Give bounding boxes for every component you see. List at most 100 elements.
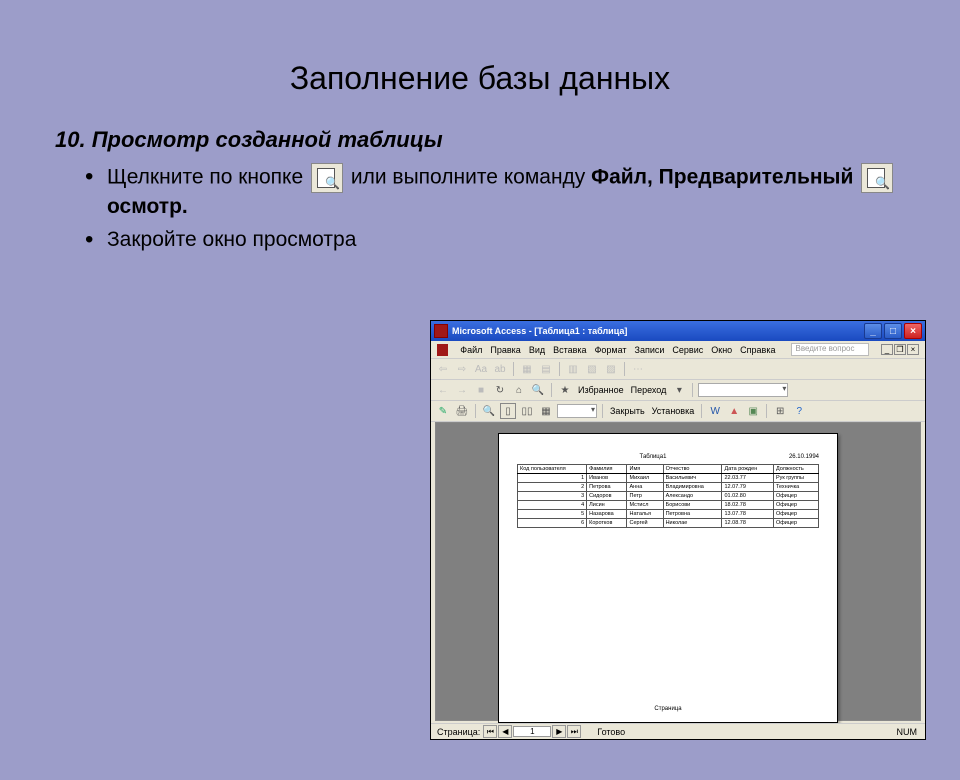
table-row: 2ПетроваАннаВладимировна12.07.79Техничка — [518, 483, 819, 492]
pager-first-button[interactable]: ⏮ — [483, 725, 497, 738]
setup-button[interactable]: Установка — [650, 406, 697, 416]
refresh-icon[interactable]: ↻ — [492, 382, 508, 398]
table-cell: Александо — [663, 492, 722, 501]
table-row: 3СидоровПетрАлександо01.02.80Офицер — [518, 492, 819, 501]
close-button[interactable]: × — [904, 323, 922, 339]
two-page-icon[interactable]: ▯▯ — [519, 403, 535, 419]
forward-icon[interactable]: ⇨ — [454, 361, 470, 377]
table-header: Должность — [773, 465, 818, 474]
menu-file[interactable]: Файл — [460, 345, 482, 355]
table-header: Отчество — [663, 465, 722, 474]
table-cell: Офицер — [773, 519, 818, 528]
section-subtitle: 10. Просмотр созданной таблицы — [55, 127, 905, 153]
table-cell: 13.07.78 — [722, 510, 773, 519]
child-minimize-button[interactable]: _ — [881, 344, 893, 355]
access-window: Microsoft Access - [Таблица1 : таблица] … — [430, 320, 926, 740]
table-cell: Иванов — [587, 474, 627, 483]
close-preview-button[interactable]: Закрыть — [608, 406, 647, 416]
menu-edit[interactable]: Правка — [490, 345, 520, 355]
stop-icon[interactable]: ■ — [473, 382, 489, 398]
chart-icon[interactable]: ▲ — [726, 403, 742, 419]
word-icon[interactable]: W — [707, 403, 723, 419]
table-cell: Николае — [663, 519, 722, 528]
menu-view[interactable]: Вид — [529, 345, 545, 355]
table-cell: 12.08.78 — [722, 519, 773, 528]
font-a-icon[interactable]: Aa — [473, 361, 489, 377]
pager-last-button[interactable]: ⏭ — [567, 725, 581, 738]
print-icon[interactable]: 🖨 — [454, 403, 470, 419]
home-icon[interactable]: ⌂ — [511, 382, 527, 398]
help-search-input[interactable]: Введите вопрос — [791, 343, 869, 356]
nav-back-icon[interactable]: ← — [435, 382, 451, 398]
zoom-icon[interactable]: 🔍 — [481, 403, 497, 419]
child-close-button[interactable]: × — [907, 344, 919, 355]
grid5-icon[interactable]: ▨ — [603, 361, 619, 377]
pager-next-button[interactable]: ▶ — [552, 725, 566, 738]
help-icon[interactable]: ? — [791, 403, 807, 419]
access-app-icon — [434, 324, 448, 338]
goto-arrow-icon[interactable]: ▾ — [671, 382, 687, 398]
bullet1-post: осмотр. — [107, 195, 188, 218]
page-date: 26.10.1994 — [789, 454, 819, 460]
minimize-button[interactable]: _ — [864, 323, 882, 339]
menu-help[interactable]: Справка — [740, 345, 775, 355]
search-icon[interactable]: 🔍 — [530, 382, 546, 398]
bullet1-bold: Файл, Предварительный — [591, 166, 853, 189]
table-cell: Васильевич — [663, 474, 722, 483]
menu-records[interactable]: Записи — [635, 345, 665, 355]
table-cell: 6 — [518, 519, 587, 528]
pager-label: Страница: — [435, 727, 482, 737]
table-cell: Лисин — [587, 501, 627, 510]
grid2-icon[interactable]: ▤ — [538, 361, 554, 377]
table-cell: Наталья — [627, 510, 663, 519]
toolbar-navigation: ⇦ ⇨ Aa ab ▦ ▤ ▥ ▧ ▨ ⋯ — [431, 359, 925, 380]
table-cell: Мстисл — [627, 501, 663, 510]
table-row: 4ЛисинМстислБорисови18.02.78Офицер — [518, 501, 819, 510]
grid4-icon[interactable]: ▧ — [584, 361, 600, 377]
favorites-star-icon[interactable]: ★ — [557, 382, 573, 398]
bullet1-text-mid: или выполните команду — [351, 166, 591, 189]
child-restore-button[interactable]: ❐ — [894, 344, 906, 355]
table-cell: Петр — [627, 492, 663, 501]
table-cell: Офицер — [773, 492, 818, 501]
address-dropdown[interactable] — [698, 383, 788, 397]
table-cell: Назарова — [587, 510, 627, 519]
table-row: 5НазароваНатальяПетровна13.07.78Офицер — [518, 510, 819, 519]
print-preview-icon-2 — [861, 163, 893, 193]
favorites-label[interactable]: Избранное — [576, 385, 626, 395]
titlebar: Microsoft Access - [Таблица1 : таблица] … — [431, 321, 925, 341]
menu-tools[interactable]: Сервис — [672, 345, 703, 355]
status-ready: Готово — [597, 727, 625, 737]
pager-prev-button[interactable]: ◀ — [498, 725, 512, 738]
more-icon[interactable]: ⋯ — [630, 361, 646, 377]
font-ab-icon[interactable]: ab — [492, 361, 508, 377]
page-footer: Страница — [499, 706, 837, 712]
db-icon[interactable]: ▣ — [745, 403, 761, 419]
table-cell: Михаил — [627, 474, 663, 483]
table-cell: 5 — [518, 510, 587, 519]
table-cell: 18.02.78 — [722, 501, 773, 510]
zoom-dropdown[interactable] — [557, 404, 597, 418]
maximize-button[interactable]: □ — [884, 323, 902, 339]
grid1-icon[interactable]: ▦ — [519, 361, 535, 377]
menu-window[interactable]: Окно — [711, 345, 732, 355]
table-cell: 1 — [518, 474, 587, 483]
grid3-icon[interactable]: ▥ — [565, 361, 581, 377]
print-preview-icon — [311, 163, 343, 193]
menu-format[interactable]: Формат — [595, 345, 627, 355]
table-cell: 2 — [518, 483, 587, 492]
goto-label[interactable]: Переход — [629, 385, 669, 395]
table-cell: 22.03.77 — [722, 474, 773, 483]
preview-page[interactable]: Таблица1 26.10.1994 Код пользователяФами… — [498, 433, 838, 723]
multi-page-icon[interactable]: ▦ — [538, 403, 554, 419]
table-cell: Сидоров — [587, 492, 627, 501]
one-page-icon[interactable]: ▯ — [500, 403, 516, 419]
table-row: 6КоротковСергейНиколае12.08.78Офицер — [518, 519, 819, 528]
pager-input[interactable] — [513, 726, 551, 737]
design-icon[interactable]: ✎ — [435, 403, 451, 419]
back-icon[interactable]: ⇦ — [435, 361, 451, 377]
nav-forward-icon[interactable]: → — [454, 382, 470, 398]
menu-insert[interactable]: Вставка — [553, 345, 586, 355]
table-cell: Анна — [627, 483, 663, 492]
tree-icon[interactable]: ⊞ — [772, 403, 788, 419]
